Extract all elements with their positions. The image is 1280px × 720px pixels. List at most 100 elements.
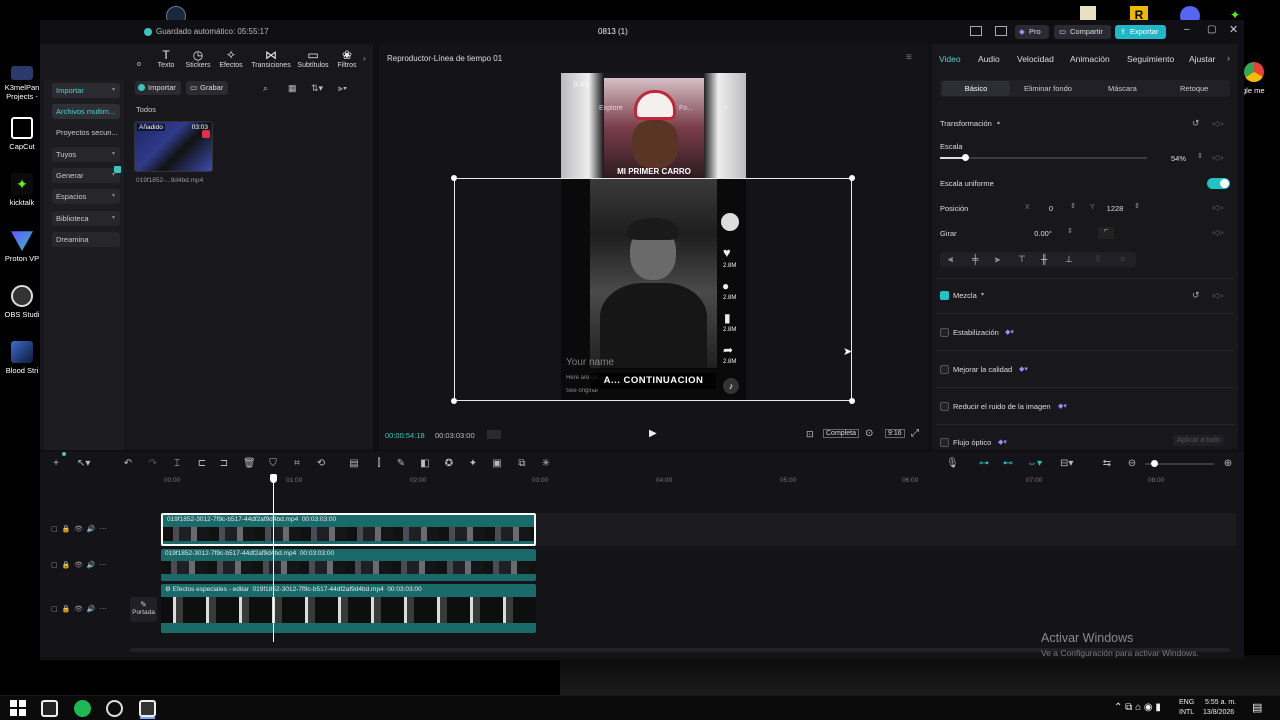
sidebar-item-spaces[interactable]: Espacios ▾: [52, 189, 120, 204]
clock-time[interactable]: 5:55 a. m.: [1205, 699, 1236, 706]
main-video-clip[interactable]: ⚙ Efectos especiales - editar 019f1852-3…: [161, 584, 536, 633]
crop-tool-icon[interactable]: ⌗: [291, 458, 303, 470]
sidebar-item-secondary-projects[interactable]: Proyectos secun...: [52, 125, 120, 140]
tool-stickers[interactable]: ◷ Stickers: [183, 48, 213, 69]
capcut-taskbar-icon[interactable]: [41, 700, 58, 717]
desktop-icon-bloodstrike[interactable]: Blood Stri: [2, 341, 42, 375]
split-right-icon[interactable]: ⊐: [218, 458, 230, 470]
transform-heading[interactable]: Transformación: [940, 119, 992, 128]
resize-icon[interactable]: ⧉: [516, 458, 528, 470]
track-1-controls[interactable]: ▢ 🔒 👁 🔊 ⋯: [51, 525, 107, 533]
sidebar-item-dreamina[interactable]: Dreamina: [52, 232, 120, 247]
position-y-input[interactable]: 1228: [1100, 204, 1130, 213]
record-button[interactable]: ▭ Grabar: [186, 81, 228, 95]
clock-date[interactable]: 13/8/2026: [1203, 709, 1234, 716]
tool-text[interactable]: T Texto: [151, 48, 181, 69]
import-button[interactable]: Importar: [135, 81, 181, 95]
play-icon[interactable]: ▶: [649, 428, 657, 439]
search-icon[interactable]: ⌕: [263, 83, 268, 94]
spotify-icon[interactable]: [74, 700, 91, 717]
close-icon[interactable]: ✕: [1229, 23, 1238, 36]
keyframe-icon[interactable]: ‹◇›: [1212, 203, 1223, 212]
tool-transitions[interactable]: ⋈ Transiciones: [250, 48, 292, 69]
split-left-icon[interactable]: ⊏: [196, 458, 208, 470]
denoise-label[interactable]: Reducir el ruido de la imagen: [953, 402, 1051, 411]
snap-icon[interactable]: ⇔▾: [1027, 458, 1042, 470]
cover-button[interactable]: ✎ Portada: [130, 597, 157, 622]
align-bottom-icon[interactable]: ⊥: [1065, 254, 1073, 265]
rotate-input[interactable]: 0.00°: [1025, 229, 1061, 238]
select-tool-icon[interactable]: ↖▾: [77, 458, 90, 470]
magnet-icon[interactable]: ⊷: [1002, 458, 1014, 470]
link-track-icon[interactable]: ⊶: [978, 458, 990, 470]
undo-icon[interactable]: ↶: [122, 458, 134, 470]
obs-taskbar-icon[interactable]: [106, 700, 123, 717]
track-3-controls[interactable]: ▢ 🔒 👁 🔊 ⋯: [51, 605, 107, 613]
track-2-controls[interactable]: ▢ 🔒 👁 🔊 ⋯: [51, 561, 107, 569]
fit-timeline-icon[interactable]: ⇆: [1101, 458, 1113, 470]
mirror-icon[interactable]: ◧: [419, 458, 431, 470]
optical-flow-checkbox[interactable]: [940, 438, 949, 447]
delete-icon[interactable]: 🗑: [243, 458, 256, 470]
tool-subtitles[interactable]: ▭ Subtítulos: [296, 48, 330, 69]
edit-icon[interactable]: ✎: [395, 458, 407, 470]
playhead[interactable]: [273, 477, 274, 642]
desktop-icon-projects[interactable]: K3melPan Projects -: [2, 66, 42, 101]
subtab-retouch[interactable]: Retoque: [1180, 84, 1208, 93]
tab-adjust[interactable]: Ajustar: [1189, 54, 1215, 64]
desktop-icon-proton[interactable]: Proton VP: [2, 229, 42, 263]
layout-icon[interactable]: [970, 26, 982, 36]
sidebar-item-media[interactable]: Archivos multim...: [52, 104, 120, 119]
split-icon[interactable]: ⌶: [171, 458, 183, 470]
chrome-desktop-icon[interactable]: [1244, 62, 1264, 82]
desktop-icon-capcut[interactable]: CapCut: [2, 117, 42, 151]
stabilize-checkbox[interactable]: [940, 328, 949, 337]
pro-badge[interactable]: ◆ Pro: [1015, 25, 1049, 39]
crop-icon[interactable]: ⊡: [806, 429, 814, 440]
selection-box[interactable]: [454, 178, 852, 401]
rotate-dial-icon[interactable]: ⌐: [1098, 227, 1114, 239]
minimize-icon[interactable]: –: [1184, 24, 1190, 35]
stepper-icon[interactable]: ⇕: [1134, 202, 1140, 210]
notification-icon[interactable]: ▤: [1252, 701, 1262, 714]
sort-icon[interactable]: ⇅▾: [311, 83, 323, 94]
menu-icon[interactable]: ≡: [906, 52, 912, 63]
redo-icon[interactable]: ↷: [147, 458, 159, 470]
resize-handle[interactable]: [849, 175, 855, 181]
scale-slider-track[interactable]: [940, 157, 1147, 159]
enhance-label[interactable]: Mejorar la calidad: [953, 365, 1012, 374]
keyframe-icon[interactable]: ‹◇›: [1212, 291, 1223, 300]
media-thumbnail[interactable]: Añadido 03:03: [134, 121, 213, 172]
resize-handle[interactable]: [451, 175, 457, 181]
stepper-icon[interactable]: ⇕: [1197, 152, 1203, 160]
sidebar-item-generate[interactable]: Generar ▾: [52, 168, 120, 183]
scale-slider-thumb[interactable]: [961, 154, 969, 161]
toolbar-scroll-right-icon[interactable]: ›: [363, 54, 366, 63]
fit-icon[interactable]: ⊙: [865, 428, 873, 439]
scale-value[interactable]: 54%: [1156, 154, 1186, 163]
align-left-icon[interactable]: ⫷: [948, 254, 953, 265]
reset-icon[interactable]: ↺: [1192, 290, 1200, 301]
view-mode-button[interactable]: Completa: [823, 429, 859, 438]
subtab-remove-bg[interactable]: Eliminar fondo: [1024, 84, 1072, 93]
tray-icons[interactable]: ⌃ ⧉ ⌂ ◉ ▮: [1114, 702, 1161, 713]
align-center-v-icon[interactable]: ╫: [1041, 254, 1047, 264]
blend-checkbox[interactable]: [940, 291, 949, 300]
zoom-in-icon[interactable]: ⊕: [1222, 458, 1234, 470]
stepper-icon[interactable]: ⇕: [1070, 202, 1076, 210]
marker-icon[interactable]: ⛉: [267, 458, 279, 470]
enhance-checkbox[interactable]: [940, 365, 949, 374]
optical-flow-label[interactable]: Flujo óptico: [953, 438, 991, 447]
zoom-slider-thumb[interactable]: [1151, 460, 1158, 467]
filter-icon[interactable]: ⫸▾: [338, 83, 347, 94]
auto-icon[interactable]: ✪: [443, 458, 455, 470]
windows-start-icon[interactable]: [10, 700, 27, 717]
sidebar-item-library[interactable]: Biblioteca ▾: [52, 211, 120, 226]
blend-label[interactable]: Mezcla: [953, 291, 977, 300]
language-code[interactable]: ENG: [1179, 699, 1194, 706]
stepper-icon[interactable]: ⇕: [1067, 227, 1073, 235]
grid-view-icon[interactable]: ▦: [288, 83, 297, 94]
keyboard-layout[interactable]: INTL: [1179, 709, 1194, 716]
thumb-remove-icon[interactable]: [202, 130, 210, 138]
reset-icon[interactable]: ↺: [1192, 118, 1200, 129]
